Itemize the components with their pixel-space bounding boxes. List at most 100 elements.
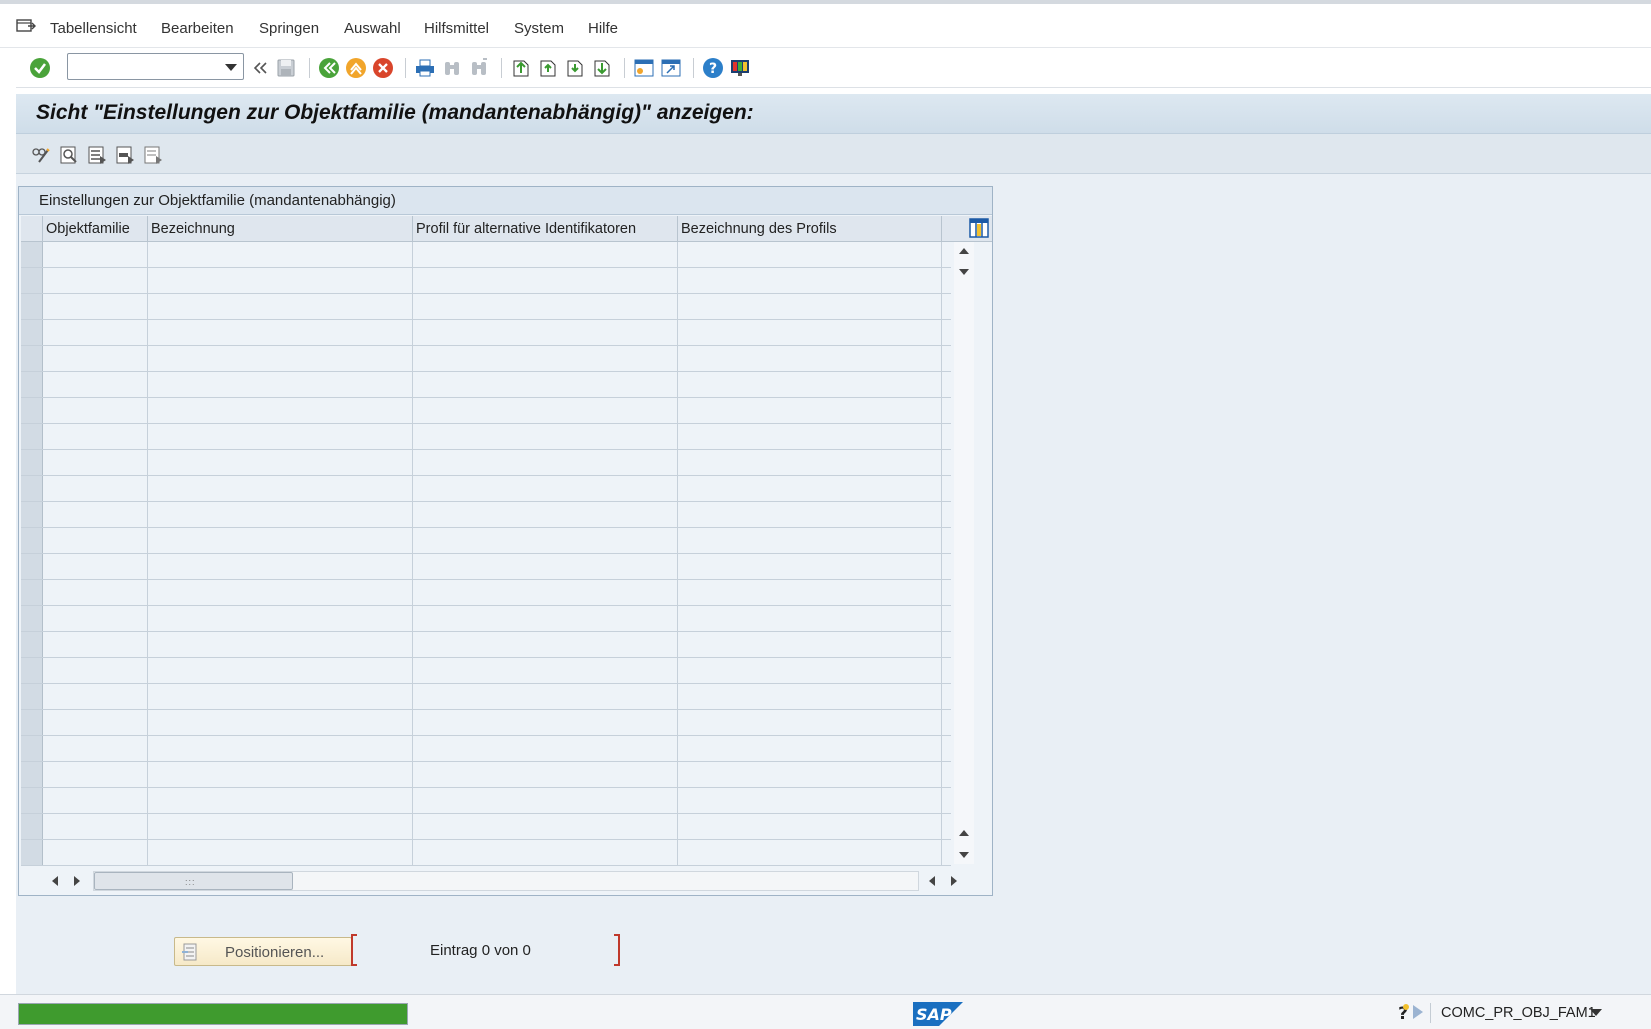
table-cell[interactable] — [413, 814, 678, 839]
table-cell[interactable] — [148, 788, 413, 813]
table-cell[interactable] — [678, 502, 942, 527]
table-cell[interactable] — [43, 320, 148, 345]
row-selector[interactable] — [21, 528, 43, 553]
scroll-column-left-icon[interactable] — [52, 876, 58, 886]
table-cell[interactable] — [678, 294, 942, 319]
table-cell[interactable] — [678, 736, 942, 761]
table-cell[interactable] — [678, 320, 942, 345]
table-cell[interactable] — [43, 502, 148, 527]
scroll-thumb[interactable]: ::: — [94, 872, 293, 890]
menu-system[interactable]: System — [514, 20, 564, 37]
table-cell[interactable] — [148, 398, 413, 423]
table-cell[interactable] — [43, 398, 148, 423]
table-row[interactable] — [21, 346, 951, 372]
table-cell[interactable] — [43, 476, 148, 501]
table-cell[interactable] — [43, 684, 148, 709]
deselect-all-icon[interactable] — [142, 144, 164, 166]
row-selector[interactable] — [21, 450, 43, 475]
table-cell[interactable] — [413, 268, 678, 293]
select-all-icon[interactable] — [86, 144, 108, 166]
table-row[interactable] — [21, 684, 951, 710]
table-cell[interactable] — [413, 658, 678, 683]
scroll-page-up-icon[interactable] — [959, 830, 969, 836]
table-cell[interactable] — [43, 658, 148, 683]
table-cell[interactable] — [413, 840, 678, 865]
table-row[interactable] — [21, 710, 951, 736]
table-cell[interactable] — [148, 320, 413, 345]
row-selector[interactable] — [21, 294, 43, 319]
table-cell[interactable] — [678, 268, 942, 293]
table-row[interactable] — [21, 528, 951, 554]
table-cell[interactable] — [678, 398, 942, 423]
table-cell[interactable] — [43, 736, 148, 761]
table-cell[interactable] — [148, 528, 413, 553]
table-cell[interactable] — [678, 710, 942, 735]
row-selector[interactable] — [21, 736, 43, 761]
table-cell[interactable] — [678, 580, 942, 605]
transaction-code[interactable]: COMC_PR_OBJ_FAM1 — [1441, 1005, 1596, 1021]
table-row[interactable] — [21, 242, 951, 268]
scroll-right-icon[interactable] — [951, 876, 957, 886]
table-row[interactable] — [21, 476, 951, 502]
table-cell[interactable] — [148, 450, 413, 475]
menu-icon[interactable] — [16, 18, 36, 34]
table-row[interactable] — [21, 840, 951, 866]
table-row[interactable] — [21, 736, 951, 762]
table-cell[interactable] — [413, 242, 678, 267]
table-cell[interactable] — [413, 632, 678, 657]
table-cell[interactable] — [413, 606, 678, 631]
table-cell[interactable] — [148, 268, 413, 293]
table-cell[interactable] — [413, 476, 678, 501]
command-field[interactable] — [67, 53, 244, 80]
table-cell[interactable] — [413, 528, 678, 553]
table-cell[interactable] — [148, 372, 413, 397]
table-cell[interactable] — [678, 684, 942, 709]
table-cell[interactable] — [43, 710, 148, 735]
row-selector[interactable] — [21, 242, 43, 267]
table-row[interactable] — [21, 580, 951, 606]
find-icon[interactable] — [441, 57, 463, 79]
menu-springen[interactable]: Springen — [259, 20, 319, 37]
row-selector[interactable] — [21, 580, 43, 605]
row-selector[interactable] — [21, 788, 43, 813]
table-cell[interactable] — [413, 424, 678, 449]
table-row[interactable] — [21, 268, 951, 294]
table-cell[interactable] — [43, 268, 148, 293]
table-cell[interactable] — [43, 424, 148, 449]
table-cell[interactable] — [43, 814, 148, 839]
scroll-column-right-icon[interactable] — [74, 876, 80, 886]
table-cell[interactable] — [413, 736, 678, 761]
save-icon[interactable] — [275, 57, 297, 79]
table-cell[interactable] — [148, 580, 413, 605]
table-cell[interactable] — [678, 476, 942, 501]
table-cell[interactable] — [413, 502, 678, 527]
scroll-up-icon[interactable] — [959, 248, 969, 254]
help-icon[interactable]: ? — [702, 57, 724, 79]
scroll-page-down-icon[interactable] — [959, 852, 969, 858]
row-selector[interactable] — [21, 840, 43, 865]
menu-tabellensicht[interactable]: Tabellensicht — [50, 20, 137, 37]
table-cell[interactable] — [148, 294, 413, 319]
position-button[interactable]: Positionieren... — [174, 937, 352, 966]
table-cell[interactable] — [148, 736, 413, 761]
table-cell[interactable] — [413, 372, 678, 397]
table-cell[interactable] — [148, 632, 413, 657]
table-cell[interactable] — [43, 606, 148, 631]
row-selector[interactable] — [21, 658, 43, 683]
scroll-left-icon[interactable] — [929, 876, 935, 886]
table-row[interactable] — [21, 372, 951, 398]
table-row[interactable] — [21, 762, 951, 788]
table-cell[interactable] — [413, 294, 678, 319]
row-selector[interactable] — [21, 424, 43, 449]
table-cell[interactable] — [413, 346, 678, 371]
table-cell[interactable] — [148, 814, 413, 839]
table-cell[interactable] — [413, 762, 678, 787]
table-cell[interactable] — [43, 762, 148, 787]
table-cell[interactable] — [678, 840, 942, 865]
table-row[interactable] — [21, 606, 951, 632]
table-cell[interactable] — [43, 294, 148, 319]
table-cell[interactable] — [43, 788, 148, 813]
scroll-track[interactable]: ::: — [93, 871, 919, 891]
table-cell[interactable] — [678, 372, 942, 397]
table-cell[interactable] — [43, 554, 148, 579]
